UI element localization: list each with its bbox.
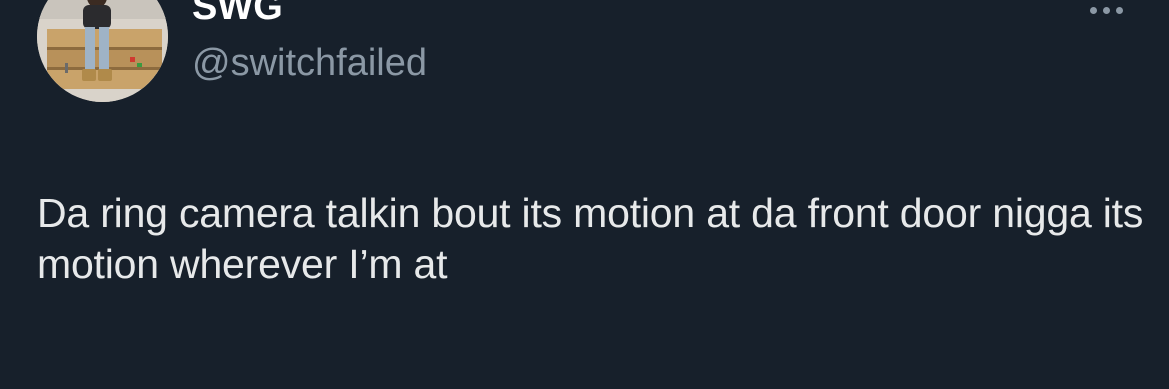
avatar[interactable]: [37, 0, 168, 102]
more-options-button[interactable]: [1080, 0, 1132, 24]
more-horizontal-icon: [1089, 6, 1097, 14]
more-horizontal-icon: [1102, 6, 1110, 14]
display-name[interactable]: SWG: [192, 0, 283, 30]
avatar-image: [37, 0, 168, 102]
tweet-card: SWG @switchfailed Da ring camera talkin …: [0, 0, 1169, 389]
username-handle[interactable]: @switchfailed: [192, 40, 427, 86]
more-horizontal-icon: [1115, 6, 1123, 14]
tweet-text: Da ring camera talkin bout its motion at…: [37, 190, 1144, 287]
